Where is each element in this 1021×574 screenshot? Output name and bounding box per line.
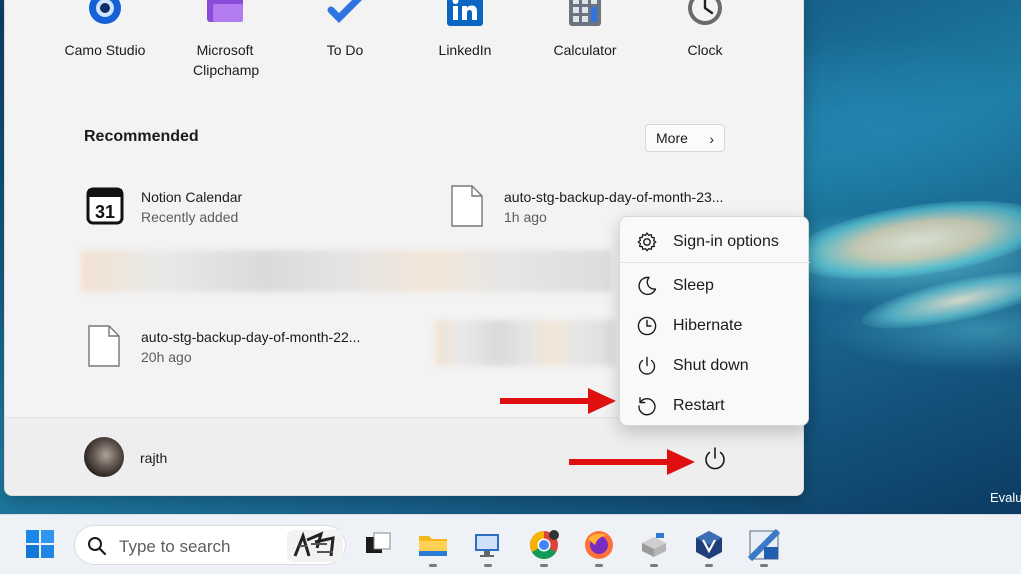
menu-divider bbox=[620, 262, 810, 263]
camo-studio-icon bbox=[89, 0, 121, 24]
menu-item-hibernate[interactable]: Hibernate bbox=[620, 305, 810, 345]
pinned-apps: Camo Studio Microsoft Clipchamp To Do Li… bbox=[5, 0, 803, 80]
zebra-highlight-icon bbox=[287, 530, 343, 562]
win11-iso-icon[interactable] bbox=[748, 529, 780, 561]
user-name[interactable]: rajth bbox=[140, 450, 167, 466]
search-icon bbox=[88, 537, 107, 556]
chrome-icon[interactable] bbox=[528, 529, 560, 561]
desktop-watermark: Evalu bbox=[990, 490, 1021, 505]
taskbar: Type to search bbox=[0, 514, 1021, 574]
recommended-title: Recommended bbox=[84, 128, 199, 145]
restart-icon bbox=[638, 397, 656, 416]
redacted-item bbox=[435, 320, 615, 366]
menu-item-restart[interactable]: Restart bbox=[620, 385, 810, 425]
clock-icon bbox=[688, 0, 722, 25]
running-indicator bbox=[429, 564, 437, 567]
gear-icon bbox=[637, 232, 657, 252]
more-button[interactable]: More › bbox=[645, 124, 725, 152]
windows-start-icon[interactable] bbox=[26, 530, 54, 558]
more-label: More bbox=[656, 130, 688, 146]
power-menu: Sign-in options Sleep Hibernate Shut dow… bbox=[619, 216, 810, 426]
file-icon bbox=[451, 185, 483, 227]
annotation-arrow bbox=[500, 388, 616, 414]
power-icon bbox=[638, 356, 656, 375]
clock-icon bbox=[637, 316, 657, 336]
file-icon bbox=[88, 325, 120, 367]
running-indicator bbox=[650, 564, 658, 567]
firefox-icon[interactable] bbox=[583, 529, 615, 561]
running-indicator bbox=[595, 564, 603, 567]
clipchamp-icon bbox=[207, 0, 243, 22]
virtualbox-icon[interactable] bbox=[693, 529, 725, 561]
file-explorer-icon[interactable] bbox=[417, 529, 449, 561]
menu-item-sleep[interactable]: Sleep bbox=[620, 265, 810, 305]
menu-item-sign-in-options[interactable]: Sign-in options bbox=[620, 221, 810, 261]
calculator-icon bbox=[569, 0, 601, 26]
remote-desktop-icon[interactable] bbox=[472, 529, 504, 561]
running-indicator bbox=[540, 564, 548, 567]
running-indicator bbox=[484, 564, 492, 567]
svg-text:31: 31 bbox=[95, 202, 115, 222]
calendar-icon: 31 bbox=[86, 187, 124, 225]
annotation-arrow bbox=[569, 449, 695, 475]
running-indicator bbox=[705, 564, 713, 567]
moon-icon bbox=[638, 276, 657, 296]
drive-tool-icon[interactable] bbox=[638, 529, 670, 561]
taskbar-search[interactable]: Type to search bbox=[74, 525, 346, 565]
power-icon[interactable] bbox=[699, 442, 731, 474]
chevron-right-icon: › bbox=[709, 131, 714, 147]
redacted-item bbox=[81, 250, 611, 292]
linkedin-icon bbox=[447, 0, 483, 26]
recommended-item[interactable]: 31 Notion Calendar Recently added bbox=[85, 185, 405, 229]
avatar[interactable] bbox=[84, 437, 124, 477]
recommended-item[interactable]: auto-stg-backup-day-of-month-22... 20h a… bbox=[85, 325, 405, 369]
todo-icon bbox=[327, 0, 362, 23]
menu-item-shut-down[interactable]: Shut down bbox=[620, 345, 810, 385]
task-view-icon[interactable] bbox=[362, 529, 394, 561]
running-indicator bbox=[760, 564, 768, 567]
search-placeholder: Type to search bbox=[119, 537, 231, 556]
